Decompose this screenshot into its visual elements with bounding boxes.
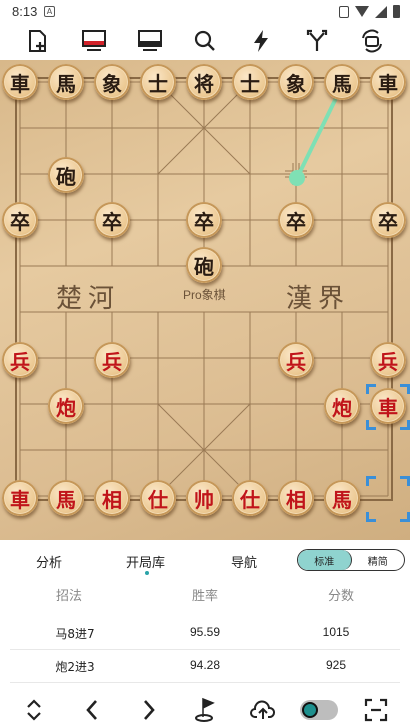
status-bar: 8:13 A	[0, 0, 410, 24]
piece-red-pawn[interactable]: 兵	[278, 342, 314, 378]
hint-target-dot	[289, 170, 305, 186]
piece-red-advisor[interactable]: 仕	[140, 480, 176, 516]
selection-corner	[366, 384, 376, 394]
toggle-switch[interactable]	[300, 700, 338, 720]
piece-black-cannon[interactable]: 砲	[48, 157, 84, 193]
river-left-text: 楚河	[56, 284, 121, 314]
row-divider	[10, 649, 400, 650]
expand-collapse-icon[interactable]	[20, 696, 48, 724]
wifi-icon	[355, 6, 369, 17]
rotate-camera-icon[interactable]	[357, 26, 387, 56]
bottom-bar	[0, 692, 410, 728]
piece-red-horse[interactable]: 馬	[324, 480, 360, 516]
row-divider	[10, 682, 400, 683]
row-move: 炮2进3	[55, 660, 95, 674]
vibrate-icon	[339, 5, 349, 18]
mode-standard-button[interactable]: 标准	[298, 550, 352, 570]
flag-icon[interactable]	[193, 696, 221, 724]
piece-red-elephant[interactable]: 相	[278, 480, 314, 516]
top-toolbar	[0, 24, 410, 58]
hint-arrow	[295, 84, 344, 180]
piece-red-advisor[interactable]: 仕	[232, 480, 268, 516]
selection-corner	[400, 420, 410, 430]
tab-navigation[interactable]: 导航	[231, 552, 257, 571]
next-icon[interactable]	[135, 696, 163, 724]
header-move: 招法	[55, 589, 83, 604]
piece-black-pawn[interactable]: 卒	[370, 202, 406, 238]
piece-black-rook[interactable]: 車	[370, 64, 406, 100]
header-score: 分数	[327, 589, 355, 604]
row-score: 925	[325, 658, 347, 672]
piece-black-elephant[interactable]: 象	[94, 64, 130, 100]
search-icon[interactable]	[190, 26, 220, 56]
row-score: 1015	[322, 625, 350, 639]
piece-red-cannon[interactable]: 炮	[324, 388, 360, 424]
selection-corner	[400, 476, 410, 486]
row-win-rate: 94.28	[189, 658, 221, 672]
selection-corner	[366, 476, 376, 486]
board-monitor-icon[interactable]	[135, 26, 165, 56]
previous-icon[interactable]	[78, 696, 106, 724]
selection-corner	[400, 512, 410, 522]
piece-red-general[interactable]: 帅	[186, 480, 222, 516]
row-win-rate: 95.59	[189, 625, 221, 639]
status-time: 8:13	[12, 4, 38, 19]
board-red-icon[interactable]	[79, 26, 109, 56]
piece-black-general[interactable]: 将	[186, 64, 222, 100]
piece-black-pawn[interactable]: 卒	[94, 202, 130, 238]
new-file-icon[interactable]	[23, 26, 53, 56]
river-right-text: 漢界	[286, 284, 351, 314]
piece-black-pawn[interactable]: 卒	[278, 202, 314, 238]
selection-corner	[366, 512, 376, 522]
piece-red-elephant[interactable]: 相	[94, 480, 130, 516]
mode-simple-button[interactable]: 精简	[352, 550, 405, 570]
status-icons	[339, 5, 400, 18]
piece-black-rook[interactable]: 車	[2, 64, 38, 100]
piece-red-rook[interactable]: 車	[2, 480, 38, 516]
tab-opening-book[interactable]: 开局库	[126, 552, 165, 571]
chess-board[interactable]: 楚河 漢界 Pro象棋 車 馬 象 士 将 士 象 馬 車 砲 砲 卒 卒 卒 …	[0, 60, 410, 540]
piece-red-cannon[interactable]: 炮	[48, 388, 84, 424]
signal-icon	[375, 5, 387, 18]
branch-icon[interactable]	[302, 26, 332, 56]
piece-black-horse[interactable]: 馬	[324, 64, 360, 100]
tab-analysis[interactable]: 分析	[36, 552, 62, 571]
fullscreen-icon[interactable]	[362, 696, 390, 724]
piece-red-pawn[interactable]: 兵	[370, 342, 406, 378]
active-tab-indicator	[145, 571, 149, 575]
notification-icon: A	[44, 6, 55, 17]
battery-icon	[393, 5, 400, 18]
row-move: 马8进7	[55, 627, 95, 641]
piece-black-pawn[interactable]: 卒	[2, 202, 38, 238]
header-win-rate: 胜率	[191, 589, 219, 604]
selection-corner	[366, 420, 376, 430]
lightning-icon[interactable]	[246, 26, 276, 56]
selection-corner	[400, 384, 410, 394]
cloud-upload-icon[interactable]	[249, 696, 277, 724]
piece-red-pawn[interactable]: 兵	[2, 342, 38, 378]
piece-red-horse[interactable]: 馬	[48, 480, 84, 516]
piece-black-advisor[interactable]: 士	[232, 64, 268, 100]
piece-black-elephant[interactable]: 象	[278, 64, 314, 100]
toggle-knob	[302, 702, 318, 718]
piece-black-cannon[interactable]: 砲	[186, 247, 222, 283]
piece-red-pawn[interactable]: 兵	[94, 342, 130, 378]
mode-switch: 标准 精简	[297, 549, 405, 571]
piece-black-horse[interactable]: 馬	[48, 64, 84, 100]
watermark: Pro象棋	[183, 288, 226, 302]
piece-black-advisor[interactable]: 士	[140, 64, 176, 100]
piece-black-pawn[interactable]: 卒	[186, 202, 222, 238]
